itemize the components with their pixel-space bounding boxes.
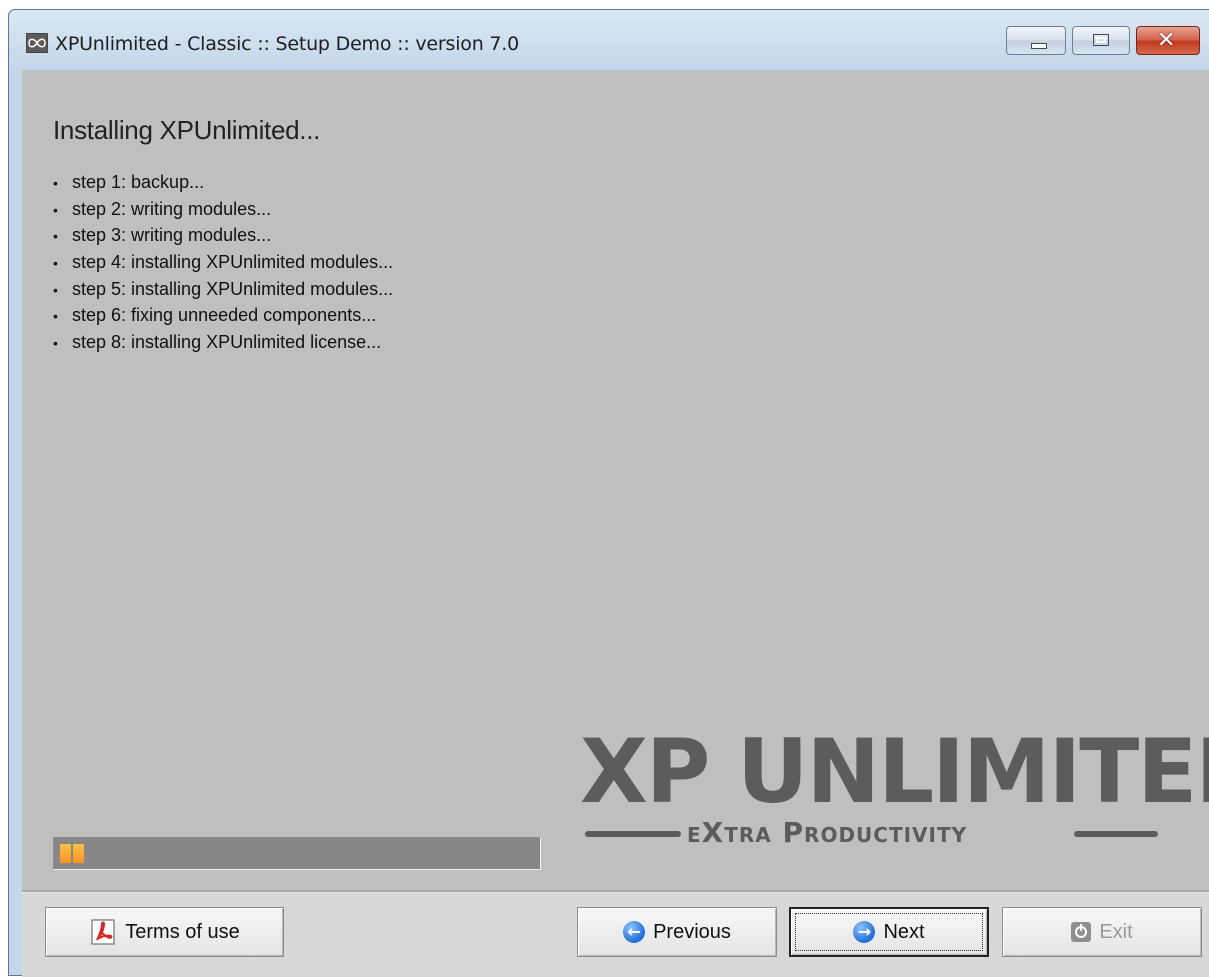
setup-window: XPUnlimited - Classic :: Setup Demo :: v… <box>8 9 1209 977</box>
next-button[interactable]: → Next <box>789 907 989 957</box>
button-bar: Terms of use ← Previous → Next Exit <box>22 893 1209 977</box>
install-progress-bar <box>53 837 541 870</box>
previous-button[interactable]: ← Previous <box>577 907 777 957</box>
progress-fill <box>60 844 84 863</box>
exit-label: Exit <box>1099 920 1133 943</box>
close-button[interactable]: ✕ <box>1136 26 1200 55</box>
arrow-left-circle-icon: ← <box>623 921 646 943</box>
progress-block <box>60 844 71 863</box>
install-steps-list: • step 1: backup... • step 2: writing modu… <box>53 169 393 356</box>
power-icon <box>1071 922 1092 942</box>
progress-block <box>73 844 84 863</box>
bullet-icon: • <box>53 228 58 245</box>
bullet-icon: • <box>53 281 58 298</box>
minimize-button[interactable] <box>1006 26 1066 55</box>
minimize-icon <box>1031 43 1047 49</box>
bullet-icon: • <box>53 201 58 218</box>
app-infinity-icon[interactable] <box>26 33 48 53</box>
step-item: • step 4: installing XPUnlimited modules.… <box>53 249 393 276</box>
xp-unlimited-logo: XP UNLIMITED eXtra Productivity <box>580 728 1209 868</box>
bullet-icon: • <box>53 308 58 325</box>
logo-rule-right <box>1074 831 1158 837</box>
exit-button[interactable]: Exit <box>1002 907 1202 957</box>
step-item: • step 1: backup... <box>53 169 393 196</box>
terms-of-use-button[interactable]: Terms of use <box>45 907 284 957</box>
step-item: • step 3: writing modules... <box>53 222 393 249</box>
maximize-button[interactable] <box>1072 26 1130 55</box>
focus-rectangle <box>795 913 983 951</box>
step-item: • step 5: installing XPUnlimited modules.… <box>53 276 393 303</box>
logo-tagline: eXtra Productivity <box>687 816 968 849</box>
logo-rule-left <box>585 831 681 837</box>
bullet-icon: • <box>53 175 58 191</box>
install-heading: Installing XPUnlimited... <box>53 115 321 145</box>
previous-label: Previous <box>653 920 731 943</box>
maximize-icon <box>1093 34 1109 46</box>
bullet-icon: • <box>53 335 58 352</box>
logo-wordmark: XP UNLIMITED <box>580 720 1209 823</box>
bullet-icon: • <box>53 255 58 272</box>
step-item: • step 6: fixing unneeded components... <box>53 302 393 329</box>
arrow-right-circle-icon: → <box>853 921 876 943</box>
close-icon: ✕ <box>1157 28 1176 53</box>
terms-label: Terms of use <box>125 920 240 943</box>
client-area: Installing XPUnlimited... • step 1: backu… <box>22 70 1209 977</box>
step-item: • step 2: writing modules... <box>53 196 393 223</box>
pdf-icon <box>89 918 117 946</box>
title-bar[interactable]: XPUnlimited - Classic :: Setup Demo :: v… <box>9 10 1209 68</box>
step-item: • step 8: installing XPUnlimited license.… <box>53 329 393 356</box>
window-title: XPUnlimited - Classic :: Setup Demo :: v… <box>55 33 520 55</box>
